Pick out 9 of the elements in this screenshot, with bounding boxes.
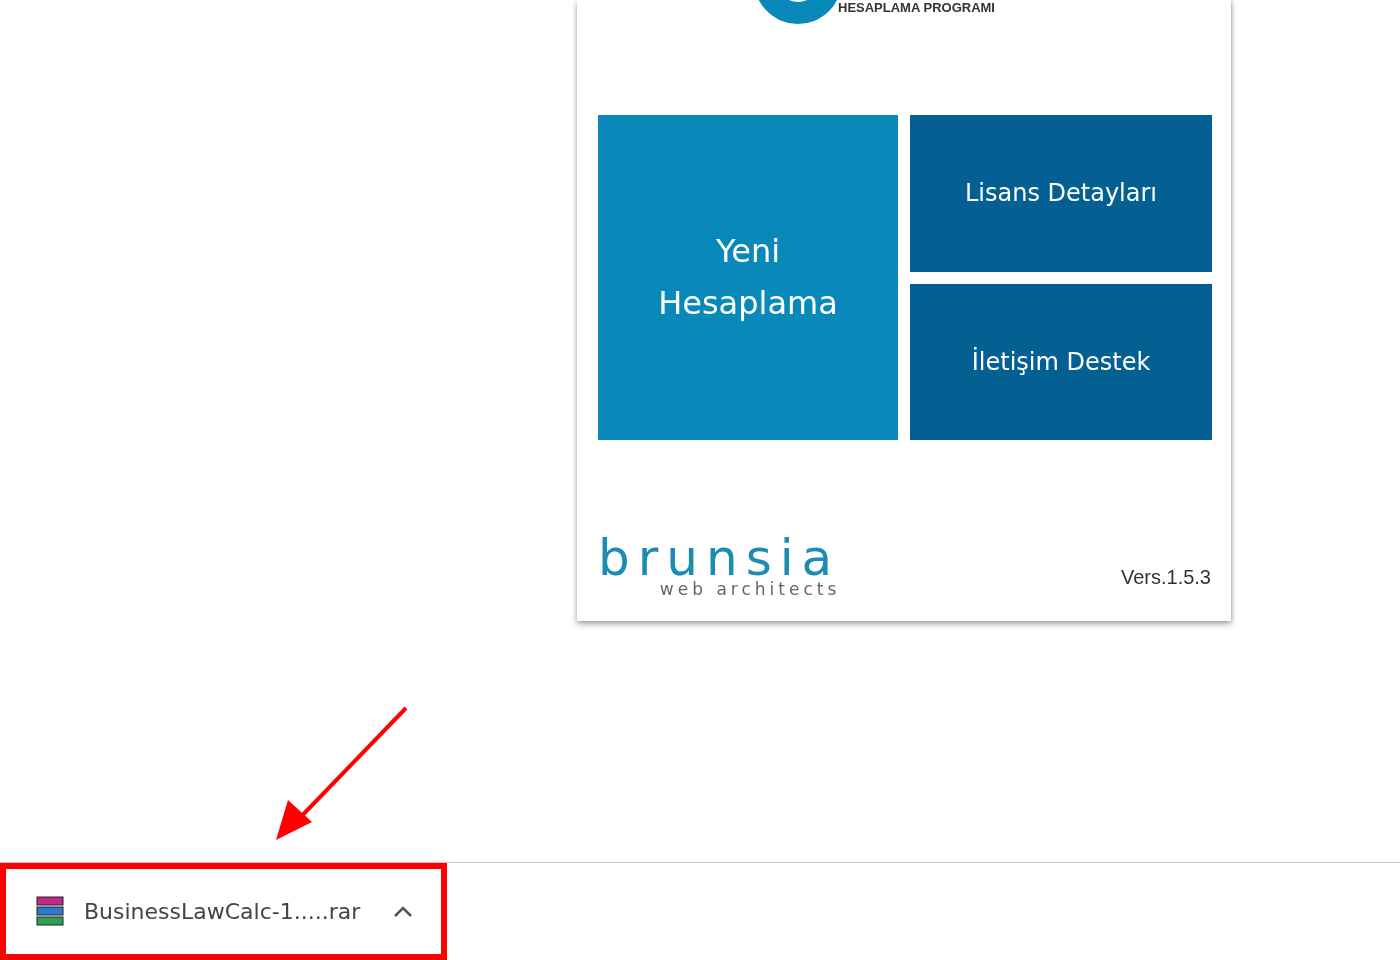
download-item[interactable]: BusinessLawCalc-1.....rar	[0, 863, 447, 960]
menu-tile[interactable]: İletişim Destek	[910, 284, 1212, 440]
menu-tile[interactable]: Lisans Detayları	[910, 115, 1212, 272]
file-name: BusinessLawCalc-1.....rar	[84, 899, 362, 924]
brand-tagline: web architects	[659, 579, 841, 599]
app-heading: HESAPLAMA PROGRAMI	[838, 0, 995, 15]
version-label: Vers.1.5.3	[1120, 566, 1211, 589]
caret-up-icon[interactable]	[393, 905, 413, 918]
menu-tile[interactable]: Yeni Hesaplama	[598, 115, 898, 440]
